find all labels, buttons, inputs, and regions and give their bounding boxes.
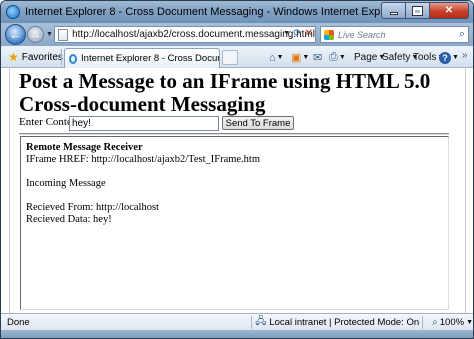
back-button[interactable]: ← xyxy=(5,24,26,45)
send-to-frame-button[interactable]: Send To Frame xyxy=(222,116,294,130)
favorites-label: Favorites xyxy=(21,51,63,63)
message-receiver-iframe: Remote Message Receiver IFrame HREF: htt… xyxy=(20,136,449,310)
tab-current[interactable]: e Internet Explorer 8 - Cross Document M… xyxy=(64,48,220,68)
help-icon: ? xyxy=(439,51,451,64)
history-dropdown-icon[interactable]: ▼ xyxy=(46,31,53,38)
navigation-bar: ← → ▼ http://localhost/ajaxb2/cross.docu… xyxy=(1,23,473,46)
search-icon[interactable]: ⌕ xyxy=(459,28,465,41)
help-button[interactable]: ? ▼ xyxy=(439,50,459,65)
window-title: Internet Explorer 8 - Cross Document Mes… xyxy=(25,6,403,18)
print-button[interactable]: ⎙ ▼ xyxy=(329,50,346,65)
tab-label: Internet Explorer 8 - Cross Document Mes… xyxy=(81,53,219,64)
divider xyxy=(251,315,253,329)
refresh-icon[interactable]: ⟳ xyxy=(293,28,301,39)
content-input[interactable] xyxy=(69,116,219,131)
star-icon: ★ xyxy=(8,50,19,64)
received-from-line: Recieved From: http://localhost xyxy=(26,202,159,213)
chevron-down-icon: ▼ xyxy=(452,54,459,61)
ie-icon xyxy=(6,5,20,19)
chevron-down-icon: ▼ xyxy=(276,54,284,61)
feeds-icon: ▣ xyxy=(291,52,302,64)
tab-bar: ★ Favorites e Internet Explorer 8 - Cros… xyxy=(1,46,473,68)
tools-menu-label: Tools xyxy=(413,52,437,63)
page-content: Post a Message to an IFrame using HTML 5… xyxy=(9,68,466,313)
page-title: Post a Message to an IFrame using HTML 5… xyxy=(19,69,431,116)
security-zone-text[interactable]: Local intranet | Protected Mode: On xyxy=(269,317,419,328)
chevron-down-icon[interactable]: ▼ xyxy=(466,319,473,326)
divider xyxy=(422,315,424,329)
minimize-icon xyxy=(389,12,398,15)
maximize-icon xyxy=(412,5,423,16)
page-icon xyxy=(58,28,69,41)
safety-menu-label: Safety xyxy=(382,52,411,63)
close-button[interactable]: ✕ xyxy=(429,2,469,19)
read-mail-button[interactable]: ✉ xyxy=(313,50,322,65)
ie-icon: e xyxy=(69,53,78,64)
mail-icon: ✉ xyxy=(313,52,323,64)
live-search-logo-icon xyxy=(324,29,334,40)
new-tab-button[interactable] xyxy=(222,50,238,65)
incoming-message-label: Incoming Message xyxy=(26,178,106,189)
back-arrow-icon: ← xyxy=(9,27,22,42)
search-placeholder[interactable]: Live Search xyxy=(338,30,386,40)
chevron-down-icon: ▼ xyxy=(302,54,310,61)
address-buttons: ▼ ⟳ ✕ xyxy=(283,28,313,39)
forward-button[interactable]: → xyxy=(27,26,44,43)
close-icon: ✕ xyxy=(444,5,454,16)
status-text: Done xyxy=(7,316,30,328)
divider xyxy=(61,49,62,65)
maximize-button[interactable] xyxy=(405,2,429,19)
iframe-href-line: IFrame HREF: http://localhost/ajaxb2/Tes… xyxy=(26,154,261,165)
home-icon: ⌂ xyxy=(269,51,276,64)
received-data-line: Recieved Data: hey! xyxy=(26,214,112,225)
address-dropdown-icon[interactable]: ▼ xyxy=(283,30,290,39)
zoom-icon[interactable]: ⌕ xyxy=(432,317,438,328)
window-controls: ✕ xyxy=(381,2,469,19)
more-chevron-icon[interactable]: » xyxy=(462,50,468,61)
search-box[interactable]: Live Search ⌕ xyxy=(320,26,469,43)
stop-icon[interactable]: ✕ xyxy=(305,28,313,39)
divider xyxy=(19,133,449,135)
favorites-button[interactable]: ★ Favorites xyxy=(3,48,68,66)
browser-window: Internet Explorer 8 - Cross Document Mes… xyxy=(0,0,474,339)
printer-icon: ⎙ xyxy=(329,51,338,63)
chevron-down-icon: ▼ xyxy=(338,54,346,61)
url-field[interactable]: http://localhost/ajaxb2/cross.document.m… xyxy=(72,29,315,40)
title-bar: Internet Explorer 8 - Cross Document Mes… xyxy=(1,1,473,23)
home-button[interactable]: ⌂ ▼ xyxy=(269,50,284,65)
feeds-button[interactable]: ▣ ▼ xyxy=(291,50,309,65)
page-menu-label: Page xyxy=(354,52,378,63)
forward-arrow-icon: → xyxy=(30,28,41,41)
status-bar: Done 🖧 Local intranet | Protected Mode: … xyxy=(1,313,473,330)
intranet-zone-icon: 🖧 xyxy=(255,315,267,327)
window-bottom-border xyxy=(1,330,473,338)
page-menu[interactable]: Page ▼ xyxy=(354,50,385,65)
minimize-button[interactable] xyxy=(381,2,405,19)
address-bar[interactable]: http://localhost/ajaxb2/cross.document.m… xyxy=(54,26,316,43)
receiver-title: Remote Message Receiver xyxy=(26,142,143,153)
zoom-level[interactable]: 100% xyxy=(440,317,464,328)
